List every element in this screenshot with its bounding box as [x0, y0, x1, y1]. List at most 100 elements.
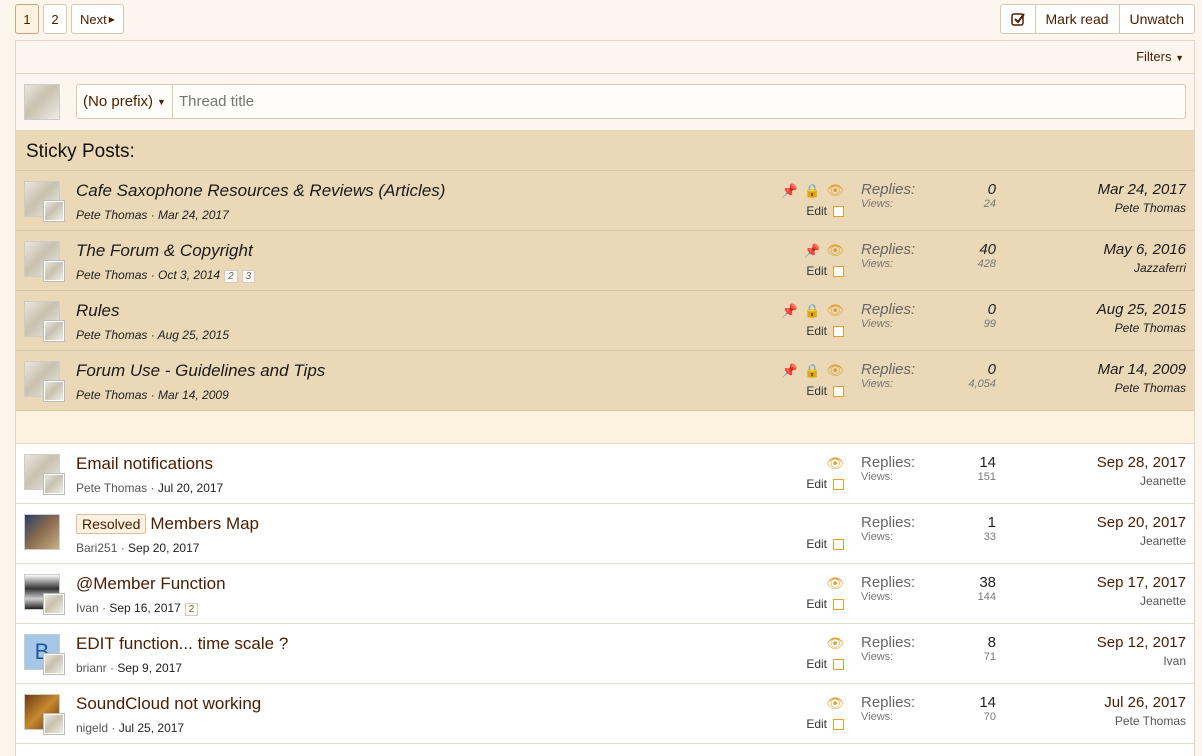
thread-author[interactable]: Pete Thomas [76, 388, 147, 402]
last-post-date[interactable]: Sep 12, 2017 [1097, 634, 1186, 651]
last-post-user[interactable]: Pete Thomas [1097, 321, 1186, 335]
page-2-button[interactable]: 2 [43, 4, 67, 34]
prefix-select[interactable]: (No prefix) ▼ [77, 85, 173, 118]
last-post-user[interactable]: Ivan [1097, 654, 1186, 668]
last-post-user[interactable]: Pete Thomas [1098, 381, 1186, 395]
thread-author[interactable]: Pete Thomas [76, 208, 147, 222]
edit-link[interactable]: Edit [806, 384, 827, 398]
thread-row[interactable]: SoundCloud not working nigeld · Jul 25, 2… [16, 684, 1194, 744]
thread-title[interactable]: Cafe Saxophone Resources & Reviews (Arti… [76, 181, 445, 201]
last-post-date[interactable]: Sep 17, 2017 [1097, 574, 1186, 591]
thread-author[interactable]: brianr [76, 661, 107, 675]
thread-row[interactable]: Resolved Members Map Bari251 · Sep 20, 201… [16, 504, 1194, 564]
thread-title-text[interactable]: Rules [76, 301, 119, 320]
prefix-badge[interactable]: Resolved [76, 514, 147, 534]
thread-title[interactable]: Rules [76, 301, 119, 321]
last-post-user[interactable]: Jeanette [1097, 534, 1186, 548]
edit-link[interactable]: Edit [806, 717, 827, 731]
thread-title[interactable]: The Forum & Copyright [76, 241, 253, 261]
last-post-date[interactable]: Sep 28, 2017 [1097, 454, 1186, 471]
thread-date[interactable]: Jul 25, 2017 [119, 721, 184, 735]
thread-title[interactable]: Email notifications [76, 454, 213, 474]
edit-link[interactable]: Edit [806, 204, 827, 218]
thread-title-text[interactable]: Members Map [150, 514, 259, 533]
select-checkbox[interactable] [833, 478, 844, 490]
thread-title-text[interactable]: EDIT function... time scale ? [76, 634, 288, 653]
thread-row[interactable]: Rules Pete Thomas · Aug 25, 2015 📌 🔒 👁 Edit Re… [16, 291, 1194, 351]
thread-title-input[interactable] [173, 85, 1185, 118]
thread-row[interactable]: B EDIT function... time scale ? brianr · S… [16, 624, 1194, 684]
thread-title[interactable]: Resolved Members Map [76, 514, 259, 534]
thread-date[interactable]: Sep 20, 2017 [128, 541, 199, 555]
select-checkbox[interactable] [833, 385, 844, 397]
filters-button[interactable]: Filters ▼ [1136, 49, 1184, 64]
last-poster-avatar[interactable] [44, 261, 64, 281]
edit-link[interactable]: Edit [806, 324, 827, 338]
thread-title[interactable]: @Member Function [76, 574, 226, 594]
last-post-date[interactable]: Mar 14, 2009 [1098, 361, 1186, 378]
thread-title[interactable]: EDIT function... time scale ? [76, 634, 288, 654]
thread-title-text[interactable]: Forum Use - Guidelines and Tips [76, 361, 325, 380]
last-post-date[interactable]: Jul 26, 2017 [1104, 694, 1186, 711]
thread-author[interactable]: Bari251 [76, 541, 117, 555]
thread-date[interactable]: Jul 20, 2017 [158, 481, 223, 495]
select-checkbox[interactable] [833, 718, 844, 730]
thread-author[interactable]: Pete Thomas [76, 268, 147, 282]
next-page-button[interactable]: Next ▶ [71, 4, 124, 34]
select-checkbox[interactable] [833, 658, 844, 670]
unwatch-button[interactable]: Unwatch [1118, 5, 1194, 33]
last-post-user[interactable]: Jeanette [1097, 474, 1186, 488]
edit-link[interactable]: Edit [806, 264, 827, 278]
last-post-date[interactable]: May 6, 2016 [1103, 241, 1186, 258]
thread-date[interactable]: Sep 16, 2017 [109, 601, 180, 615]
thread-title-text[interactable]: Email notifications [76, 454, 213, 473]
mark-read-button[interactable]: Mark read [1034, 5, 1119, 33]
thread-row[interactable]: @Member Function Ivan · Sep 16, 2017 2 👁 Edi… [16, 564, 1194, 624]
last-post-user[interactable]: Jeanette [1097, 594, 1186, 608]
last-poster-avatar[interactable] [44, 321, 64, 341]
select-checkbox[interactable] [833, 325, 844, 337]
edit-link[interactable]: Edit [806, 657, 827, 671]
thread-row[interactable]: Forum Use - Guidelines and Tips Pete Thom… [16, 351, 1194, 411]
last-post-user[interactable]: Pete Thomas [1098, 201, 1186, 215]
last-poster-avatar[interactable] [44, 654, 64, 674]
thread-author[interactable]: Pete Thomas [76, 481, 147, 495]
thread-author[interactable]: Pete Thomas [76, 328, 147, 342]
thread-author[interactable]: Ivan [76, 601, 99, 615]
page-1-button[interactable]: 1 [15, 4, 39, 34]
last-post-user[interactable]: Pete Thomas [1104, 714, 1186, 728]
page-jump-link[interactable]: 2 [184, 603, 199, 616]
thread-row[interactable]: Cafe Saxophone Resources & Reviews (Arti… [16, 171, 1194, 231]
last-post-date[interactable]: Mar 24, 2017 [1098, 181, 1186, 198]
select-checkbox[interactable] [833, 598, 844, 610]
edit-link[interactable]: Edit [806, 537, 827, 551]
thread-date[interactable]: Oct 3, 2014 [158, 268, 220, 282]
page-jump-link[interactable]: 2 [224, 270, 238, 283]
last-poster-avatar[interactable] [44, 201, 64, 221]
thread-date[interactable]: Mar 14, 2009 [158, 388, 229, 402]
select-checkbox[interactable] [833, 265, 844, 277]
thread-author[interactable]: nigeld [76, 721, 108, 735]
thread-title[interactable]: SoundCloud not working [76, 694, 261, 714]
select-checkbox[interactable] [833, 205, 844, 217]
edit-link[interactable]: Edit [806, 477, 827, 491]
thread-title-text[interactable]: SoundCloud not working [76, 694, 261, 713]
thread-row[interactable]: The Forum & Copyright Pete Thomas · Oct 3… [16, 231, 1194, 291]
thread-date[interactable]: Sep 9, 2017 [117, 661, 182, 675]
edit-link[interactable]: Edit [806, 597, 827, 611]
page-jump-link[interactable]: 3 [241, 270, 256, 283]
check-button[interactable] [1001, 5, 1035, 33]
thread-title-text[interactable]: Cafe Saxophone Resources & Reviews (Arti… [76, 181, 445, 200]
thread-title-text[interactable]: @Member Function [76, 574, 226, 593]
author-avatar[interactable] [24, 514, 60, 550]
thread-title-text[interactable]: The Forum & Copyright [76, 241, 253, 260]
thread-date[interactable]: Mar 24, 2017 [158, 208, 229, 222]
last-poster-avatar[interactable] [44, 381, 64, 401]
last-post-user[interactable]: Jazzaferri [1103, 261, 1186, 275]
thread-title[interactable]: Forum Use - Guidelines and Tips [76, 361, 325, 381]
last-post-date[interactable]: Sep 20, 2017 [1097, 514, 1186, 531]
last-post-date[interactable]: Aug 25, 2015 [1097, 301, 1186, 318]
thread-date[interactable]: Aug 25, 2015 [158, 328, 229, 342]
last-poster-avatar[interactable] [44, 714, 64, 734]
thread-row[interactable]: Email notifications Pete Thomas · Jul 20,… [16, 444, 1194, 504]
